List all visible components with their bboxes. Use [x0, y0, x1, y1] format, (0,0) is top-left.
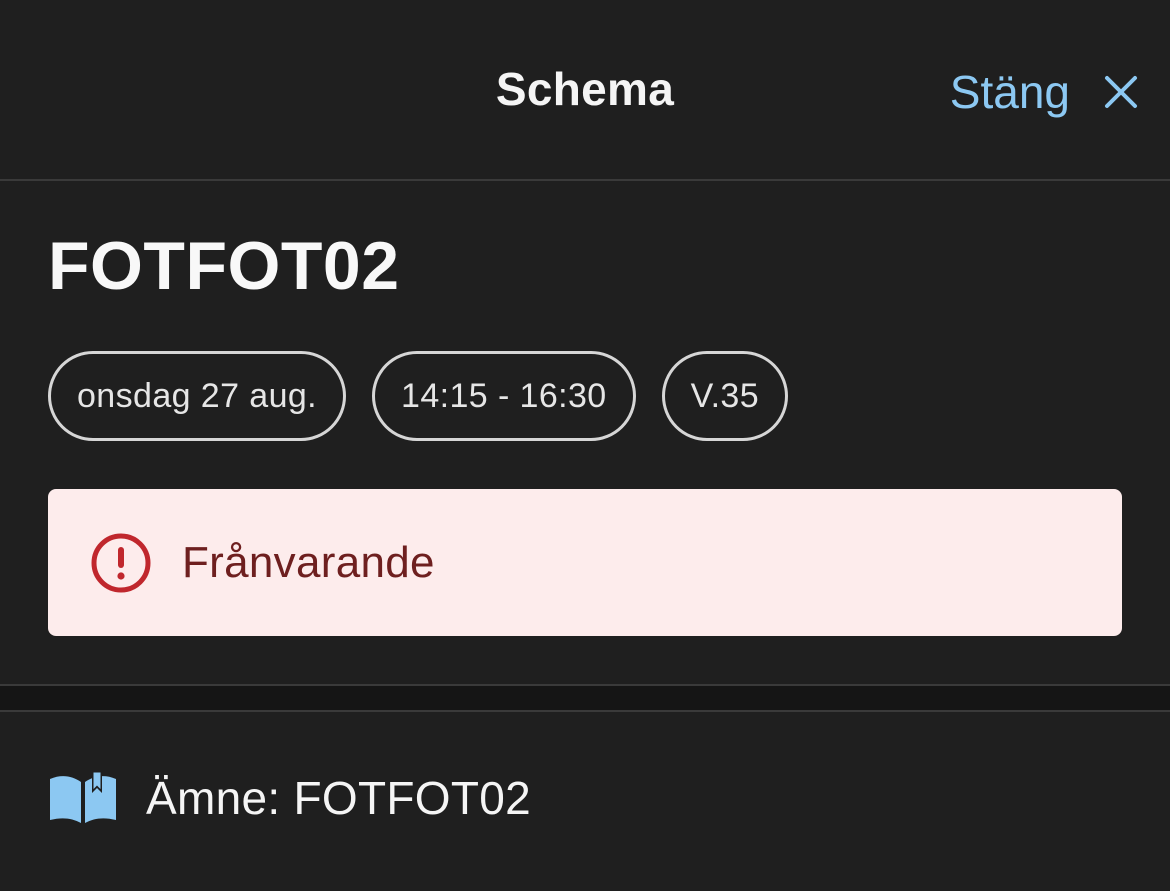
section-divider [0, 686, 1170, 712]
book-icon [50, 771, 116, 823]
event-detail-section: FOTFOT02 onsdag 27 aug. 14:15 - 16:30 V.… [0, 183, 1170, 686]
absence-alert: Frånvarande [48, 489, 1122, 636]
absence-status-text: Frånvarande [182, 537, 435, 587]
event-chips: onsdag 27 aug. 14:15 - 16:30 V.35 [48, 351, 789, 441]
close-button[interactable]: Stäng [950, 60, 1138, 124]
date-chip: onsdag 27 aug. [48, 351, 347, 441]
week-chip: V.35 [661, 351, 789, 441]
close-icon[interactable] [1104, 75, 1138, 109]
close-label[interactable]: Stäng [950, 65, 1070, 119]
subject-label: Ämne: FOTFOT02 [146, 772, 532, 824]
event-title: FOTFOT02 [48, 228, 400, 304]
subject-row: Ämne: FOTFOT02 [48, 762, 531, 834]
schedule-detail-screen: Schema Stäng FOTFOT02 onsdag 27 aug. 14:… [0, 0, 1170, 891]
time-chip: 14:15 - 16:30 [372, 351, 636, 441]
exclamation-circle-icon [91, 533, 151, 592]
header-bar: Schema Stäng [0, 0, 1170, 181]
